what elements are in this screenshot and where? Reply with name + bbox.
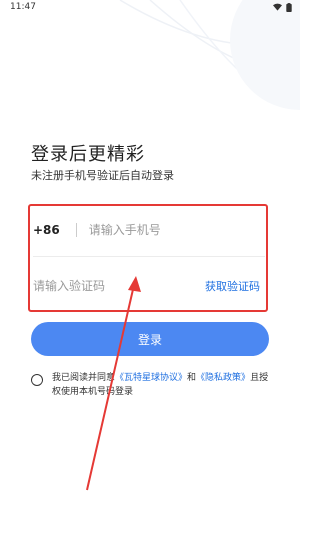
agreement-text: 我已阅读并同意《瓦特星球协议》和《隐私政策》且授权使用本机号码登录 [52,371,276,399]
phone-row: +86 [30,206,266,254]
page-title: 登录后更精彩 [31,144,145,165]
agreement-checkbox[interactable] [31,374,43,386]
code-row: 获取验证码 [30,262,266,310]
divider [75,223,77,237]
login-button[interactable]: 登录 [31,322,269,356]
status-time: 11:47 [10,2,36,12]
wifi-icon [273,3,282,11]
page-subtitle: 未注册手机号验证后自动登录 [31,169,174,182]
row-separator [33,256,265,257]
status-icons [273,2,292,12]
agreement-middle: 和 [187,373,197,383]
country-code[interactable]: +86 [33,223,60,237]
status-bar: 11:47 [0,0,300,14]
get-code-button[interactable]: 获取验证码 [205,278,260,294]
battery-icon [286,2,292,12]
verification-code-input[interactable] [33,279,173,293]
phone-input[interactable] [88,223,239,237]
agreement-prefix: 我已阅读并同意 [52,373,116,383]
privacy-policy-link[interactable]: 《隐私政策》 [196,373,250,383]
service-agreement-link[interactable]: 《瓦特星球协议》 [115,373,187,383]
login-form-highlight: +86 获取验证码 [28,204,268,312]
agreement-row: 我已阅读并同意《瓦特星球协议》和《隐私政策》且授权使用本机号码登录 [31,371,276,399]
